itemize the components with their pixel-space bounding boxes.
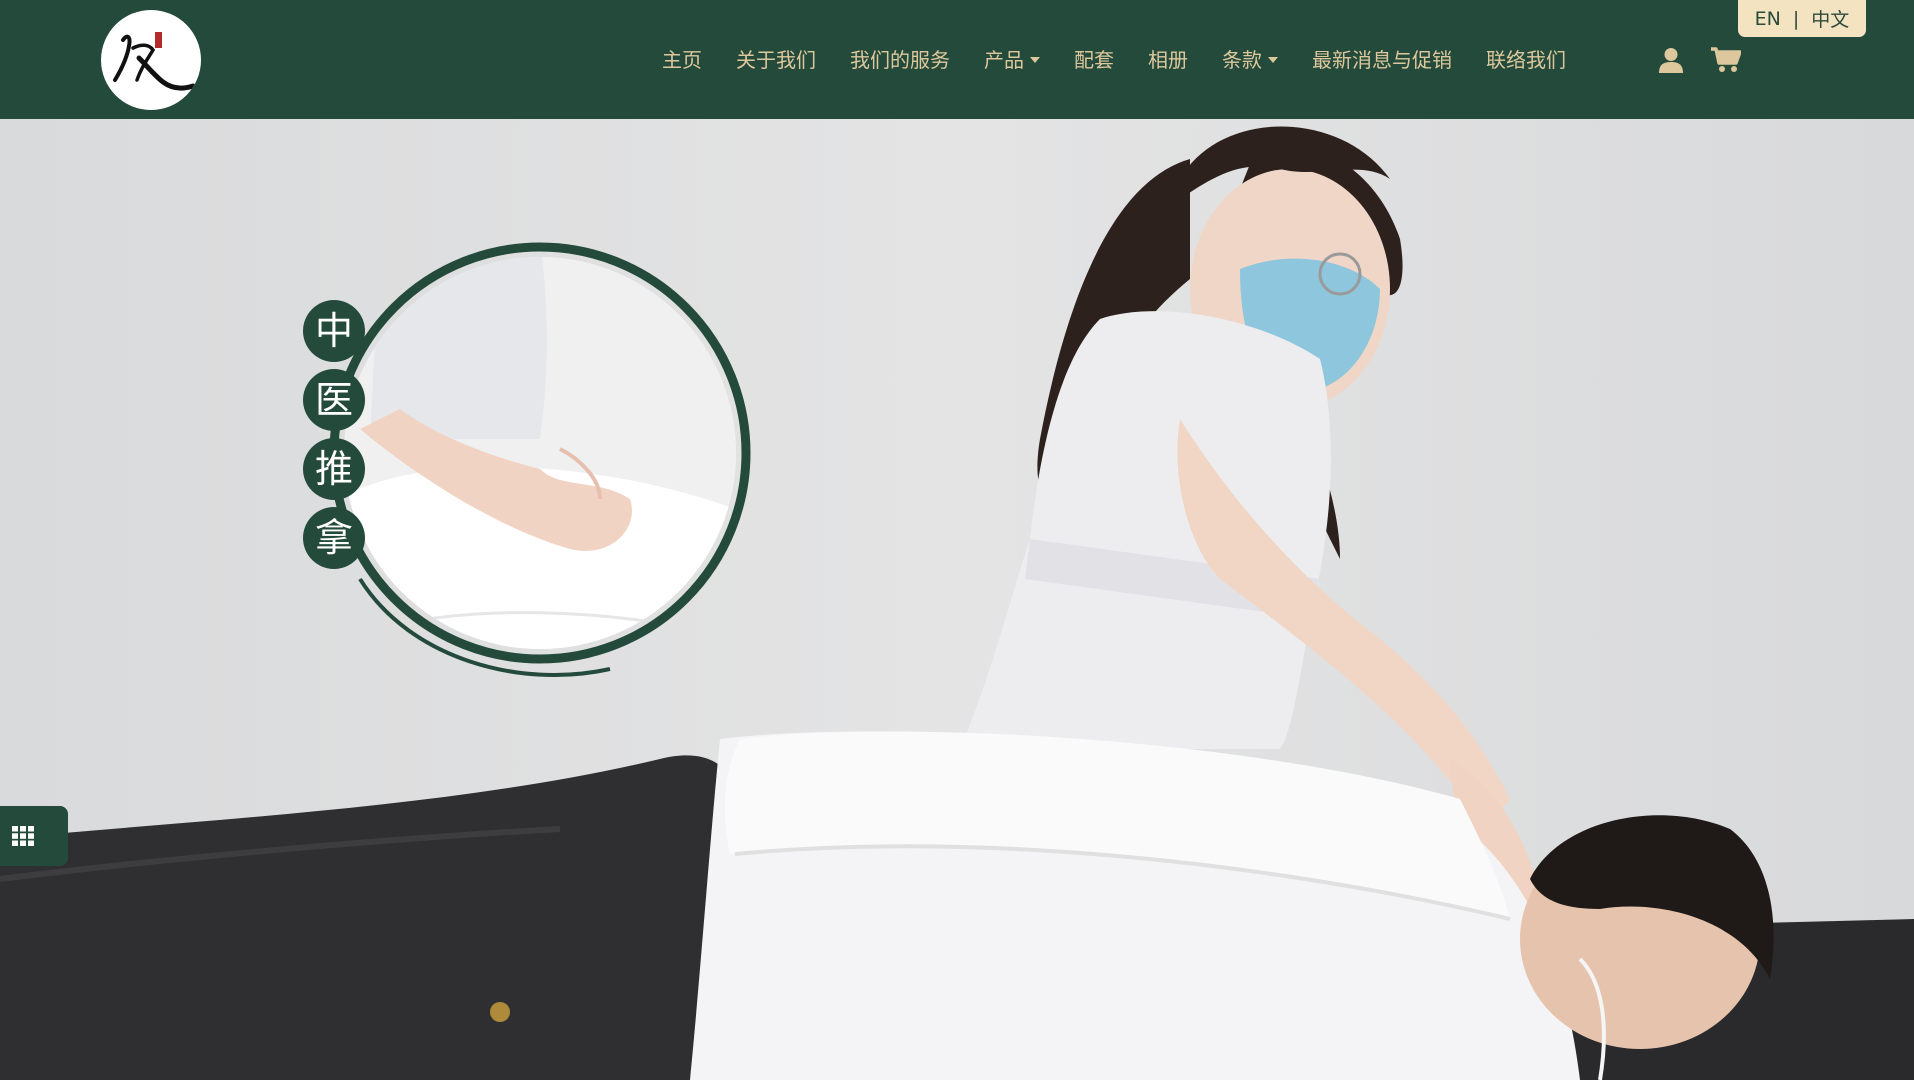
nav-packages-label: 配套	[1074, 48, 1114, 72]
user-icon[interactable]	[1658, 47, 1684, 73]
nav-about[interactable]: 关于我们	[736, 40, 816, 80]
navbar: 主页 关于我们 我们的服务 产品 配套 相册 条款 最新消息与促销 联络我们	[0, 0, 1914, 119]
lang-separator: |	[1792, 7, 1800, 30]
nav-contact[interactable]: 联络我们	[1486, 40, 1566, 80]
main-nav: 主页 关于我们 我们的服务 产品 配套 相册 条款 最新消息与促销 联络我们	[662, 40, 1600, 80]
nav-gallery[interactable]: 相册	[1148, 40, 1188, 80]
nav-products-label: 产品	[984, 48, 1024, 72]
side-menu-button[interactable]	[0, 806, 68, 866]
nav-contact-label: 联络我们	[1486, 48, 1566, 72]
nav-home[interactable]: 主页	[662, 40, 702, 80]
cart-icon[interactable]	[1711, 47, 1741, 73]
lang-zh[interactable]: 中文	[1811, 5, 1849, 32]
nav-home-label: 主页	[662, 48, 702, 72]
badge-char-na: 拿	[303, 507, 365, 569]
nav-news-label: 最新消息与促销	[1312, 48, 1452, 72]
language-switch: EN | 中文	[1738, 0, 1866, 37]
badge-char-yi: 医	[303, 369, 365, 431]
nav-gallery-label: 相册	[1148, 48, 1188, 72]
logo-brush-mark	[113, 32, 196, 91]
nav-services-label: 我们的服务	[850, 48, 950, 72]
hero-banner: 中 医 推 拿	[0, 119, 1914, 1080]
lang-en[interactable]: EN	[1755, 8, 1781, 30]
nav-about-label: 关于我们	[736, 48, 816, 72]
nav-services[interactable]: 我们的服务	[850, 40, 950, 80]
nav-terms-label: 条款	[1222, 48, 1262, 72]
page: 主页 关于我们 我们的服务 产品 配套 相册 条款 最新消息与促销 联络我们 E…	[0, 0, 1914, 1080]
chevron-down-icon	[1268, 57, 1278, 63]
chevron-down-icon	[1030, 57, 1040, 63]
hero-photo-massage	[0, 119, 1914, 1080]
nav-products[interactable]: 产品	[984, 40, 1040, 80]
logo[interactable]	[101, 10, 201, 110]
nav-terms[interactable]: 条款	[1222, 40, 1278, 80]
nav-packages[interactable]: 配套	[1074, 40, 1114, 80]
badge-char-zhong: 中	[303, 300, 365, 362]
nav-news[interactable]: 最新消息与促销	[1312, 40, 1452, 80]
grid-icon	[12, 826, 34, 846]
badge-char-tui: 推	[303, 438, 365, 500]
